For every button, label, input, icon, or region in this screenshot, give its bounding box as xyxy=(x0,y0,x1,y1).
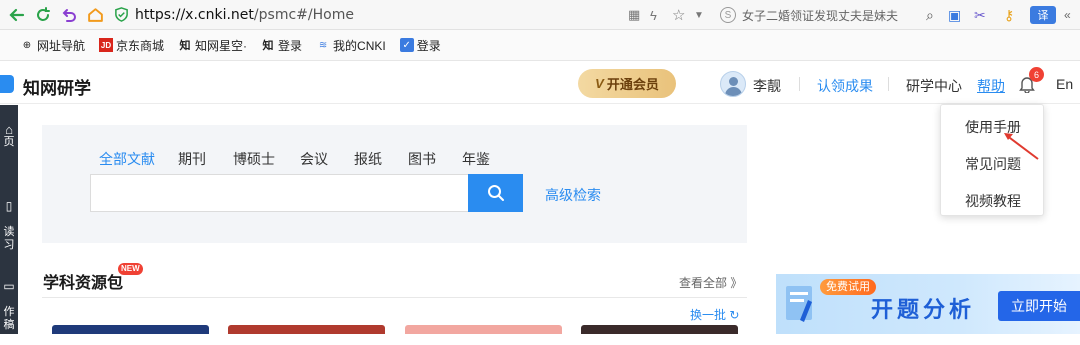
tab-book[interactable]: 图书 xyxy=(408,149,436,169)
resource-card[interactable] xyxy=(581,325,738,334)
tab-conference[interactable]: 会议 xyxy=(300,149,328,169)
sidebar-item-write[interactable]: ▭ 作 稿 xyxy=(0,267,18,345)
tab-yearbook[interactable]: 年鉴 xyxy=(462,149,490,169)
doc-icon: ▭ xyxy=(3,279,15,293)
sidebar-item-home[interactable]: ⌂ 页 xyxy=(0,123,18,149)
promo-illustration-icon xyxy=(786,286,812,322)
bookmark-item[interactable]: 知登录 xyxy=(261,37,303,54)
tab-all[interactable]: 全部文献 xyxy=(99,149,155,169)
secure-shield-icon xyxy=(115,7,128,22)
menu-item-video[interactable]: 视频教程 xyxy=(941,191,1045,211)
divider xyxy=(888,77,889,91)
bookmark-item[interactable]: JD 京东商城 xyxy=(99,37,164,54)
refresh-icon: ↻ xyxy=(729,308,740,322)
free-trial-tag: 免费试用 xyxy=(820,279,876,295)
globe-icon: ⊕ xyxy=(22,39,32,51)
claim-link[interactable]: 认领成果 xyxy=(817,76,873,96)
address-bar[interactable]: https://x.cnki.net/psmc#/Home xyxy=(114,3,614,27)
logo-text[interactable]: 知网研学 xyxy=(23,74,91,99)
search-panel: 全部文献 期刊 博硕士 会议 报纸 图书 年鉴 高级检索 xyxy=(42,125,747,243)
search-button[interactable] xyxy=(468,174,523,212)
search-engine-icon: S xyxy=(720,7,736,23)
chevron-down-icon[interactable]: ▼ xyxy=(694,10,716,21)
search-input[interactable] xyxy=(90,174,468,212)
undo-icon[interactable] xyxy=(56,0,82,30)
vip-button[interactable]: V 开通会员 xyxy=(578,69,676,98)
resource-card[interactable] xyxy=(228,325,385,334)
refresh-link[interactable]: 换一批 ↻ xyxy=(690,306,739,323)
start-button[interactable]: 立即开始 xyxy=(998,291,1080,321)
help-link[interactable]: 帮助 xyxy=(977,76,1005,96)
avatar[interactable] xyxy=(720,71,746,97)
promo-banner[interactable]: 免费试用 开题分析 立即开始 xyxy=(776,274,1080,334)
key-icon[interactable]: ⚷ xyxy=(1004,7,1030,24)
logo-icon xyxy=(0,75,14,93)
bookmark-item[interactable]: ≋ 我的CNKI xyxy=(316,37,386,54)
vip-v-icon: V xyxy=(595,76,604,91)
resource-card[interactable] xyxy=(52,325,209,334)
qr-icon[interactable]: ▦ xyxy=(628,7,650,23)
zhi-icon: 知 xyxy=(179,40,191,52)
back-icon[interactable] xyxy=(4,0,30,30)
extension-icon[interactable]: ▣ xyxy=(948,7,974,24)
tab-newspaper[interactable]: 报纸 xyxy=(354,149,382,169)
advanced-search-link[interactable]: 高级检索 xyxy=(545,185,601,205)
browser-toolbar: https://x.cnki.net/psmc#/Home ▦ ϟ ☆ ▼ S … xyxy=(0,0,1080,30)
search-icon xyxy=(487,185,504,201)
home-icon: ⌂ xyxy=(5,122,13,137)
search-icon[interactable]: ⌕ xyxy=(926,7,948,24)
home-icon[interactable] xyxy=(82,0,108,30)
refresh-icon[interactable] xyxy=(30,0,56,30)
jd-icon: JD xyxy=(99,38,114,52)
lightning-icon[interactable]: ϟ xyxy=(650,8,672,23)
cnki-icon: ≋ xyxy=(318,39,328,51)
left-sidebar: ⌂ 页 ▯ 读 习 ▭ 作 稿 xyxy=(0,105,18,334)
bookmark-item[interactable]: ✓ 登录 xyxy=(399,37,441,54)
banner-title: 开题分析 xyxy=(871,297,976,322)
notification-badge: 6 xyxy=(1029,67,1044,82)
scissors-icon[interactable]: ✂ xyxy=(974,7,1004,24)
site-header: 知网研学 V 开通会员 李靓 认领成果 研学中心 帮助 6 En xyxy=(0,62,1080,104)
bookmarks-bar: ⊕ 网址导航 JD 京东商城 知知网星空· 知登录 ≋ 我的CNKI ✓ 登录 xyxy=(0,30,1080,61)
bookmark-item[interactable]: ⊕ 网址导航 xyxy=(20,37,85,54)
section-title: 学科资源包 xyxy=(43,275,124,292)
login-icon: ✓ xyxy=(399,38,414,52)
new-badge: NEW xyxy=(118,263,143,275)
view-all-link[interactable]: 查看全部 》 xyxy=(679,274,742,291)
tab-thesis[interactable]: 博硕士 xyxy=(233,149,275,169)
browser-search-box[interactable]: S 女子二婚领证发现丈夫是妹夫 xyxy=(716,4,926,26)
language-toggle[interactable]: En xyxy=(1056,76,1073,92)
book-icon: ▯ xyxy=(5,199,13,213)
tab-journal[interactable]: 期刊 xyxy=(178,149,206,169)
translate-icon[interactable]: 译 xyxy=(1030,6,1056,24)
url-text: https://x.cnki.net/psmc#/Home xyxy=(135,6,354,23)
research-center-link[interactable]: 研学中心 xyxy=(906,76,962,96)
section-divider xyxy=(42,297,747,298)
annotation-arrow-icon xyxy=(1004,133,1039,160)
sidebar-item-read[interactable]: ▯ 读 习 xyxy=(0,187,18,265)
divider xyxy=(799,77,800,91)
more-icon[interactable]: « xyxy=(1064,8,1080,22)
star-icon[interactable]: ☆ xyxy=(672,6,694,24)
bookmark-item[interactable]: 知知网星空· xyxy=(178,37,248,54)
zhi-icon: 知 xyxy=(262,40,274,52)
resource-card[interactable] xyxy=(405,325,562,334)
user-name[interactable]: 李靓 xyxy=(753,76,781,96)
